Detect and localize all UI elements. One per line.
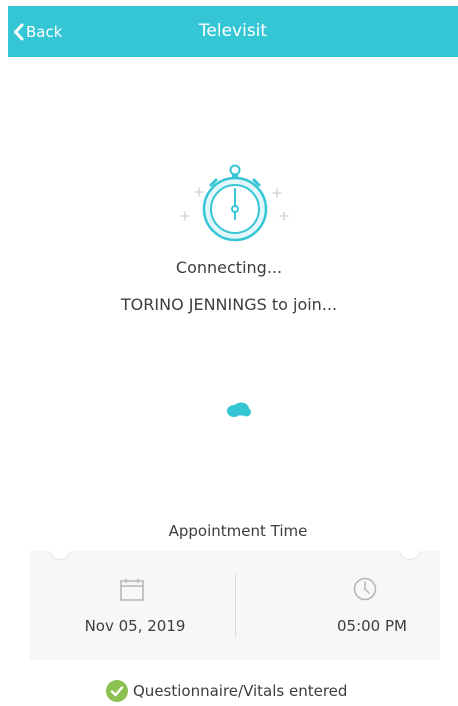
questionnaire-label: Questionnaire/Vitals entered bbox=[133, 682, 348, 700]
questionnaire-status: Questionnaire/Vitals entered bbox=[106, 680, 347, 702]
loading-indicator bbox=[227, 402, 251, 417]
appointment-time-label: Appointment Time bbox=[168, 522, 308, 540]
check-circle-icon bbox=[106, 680, 128, 702]
page-title: Televisit bbox=[198, 21, 268, 41]
clock-icon bbox=[353, 577, 377, 601]
appointment-time-section: 05:00 PM bbox=[236, 551, 440, 660]
calendar-icon bbox=[120, 578, 144, 601]
connecting-status: Connecting... bbox=[175, 258, 283, 277]
appointment-date-section: Nov 05, 2019 bbox=[30, 551, 234, 660]
appointment-time: 05:00 PM bbox=[337, 617, 407, 635]
waiting-for-participant: TORINO JENNINGS to join... bbox=[120, 295, 338, 314]
televisit-screen: Back Televisit Connecting... TORINO JENN… bbox=[0, 0, 458, 706]
appointment-card: Nov 05, 2019 05:00 PM bbox=[30, 551, 440, 660]
appointment-date: Nov 05, 2019 bbox=[84, 617, 186, 635]
stopwatch-icon bbox=[180, 164, 289, 242]
header-bar: Back Televisit bbox=[8, 6, 458, 57]
